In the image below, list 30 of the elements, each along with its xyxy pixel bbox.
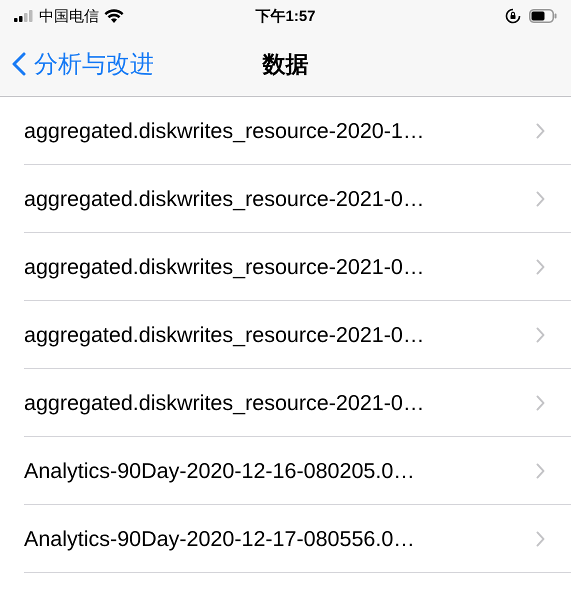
file-name: aggregated.diskwrites_resource-2021-0… bbox=[24, 186, 426, 212]
file-name: aggregated.diskwrites_resource-2021-0… bbox=[24, 254, 426, 280]
chevron-icon bbox=[536, 327, 545, 343]
signal-icon bbox=[14, 10, 34, 22]
page-title: 数据 bbox=[262, 50, 308, 78]
file-list-item[interactable]: aggregated.diskwrites_resource-2021-0… bbox=[0, 369, 571, 437]
chevron-icon bbox=[536, 395, 545, 411]
file-list-item[interactable]: aggregated.diskwrites_resource-2021-0… bbox=[0, 233, 571, 301]
chevron-icon bbox=[536, 191, 545, 207]
file-list-item[interactable]: aggregated.diskwrites_resource-2021-0… bbox=[0, 301, 571, 369]
file-list-item[interactable]: Analytics-90Day-2020-12-17-080556.0… bbox=[0, 505, 571, 573]
file-name: Analytics-90Day-2020-12-16-080205.0… bbox=[24, 458, 416, 484]
file-list-item[interactable]: aggregated.diskwrites_resource-2020-1… bbox=[0, 97, 571, 165]
file-list-item[interactable]: Analytics-90Day-2020-12-16-080205.0… bbox=[0, 437, 571, 505]
file-name: aggregated.diskwrites_resource-2020-1… bbox=[24, 118, 426, 144]
file-name: aggregated.diskwrites_resource-2021-0… bbox=[24, 390, 426, 416]
chevron-icon bbox=[536, 531, 545, 547]
chevron-icon bbox=[536, 259, 545, 275]
battery-icon bbox=[529, 9, 557, 23]
back-button[interactable]: 分析与改进 bbox=[0, 48, 154, 80]
wifi-icon bbox=[104, 9, 124, 23]
file-name: Analytics-90Day-2020-12-17-080556.0… bbox=[24, 526, 416, 552]
status-time: 下午1:57 bbox=[255, 6, 316, 26]
chevron-icon bbox=[536, 123, 545, 139]
carrier-name: 中国电信 bbox=[39, 6, 99, 26]
file-list-item[interactable]: aggregated.diskwrites_resource-2021-0… bbox=[0, 165, 571, 233]
rotation-lock-icon bbox=[505, 8, 521, 24]
back-chevron-icon bbox=[12, 52, 26, 76]
chevron-icon bbox=[536, 463, 545, 479]
file-name: aggregated.diskwrites_resource-2021-0… bbox=[24, 322, 426, 348]
